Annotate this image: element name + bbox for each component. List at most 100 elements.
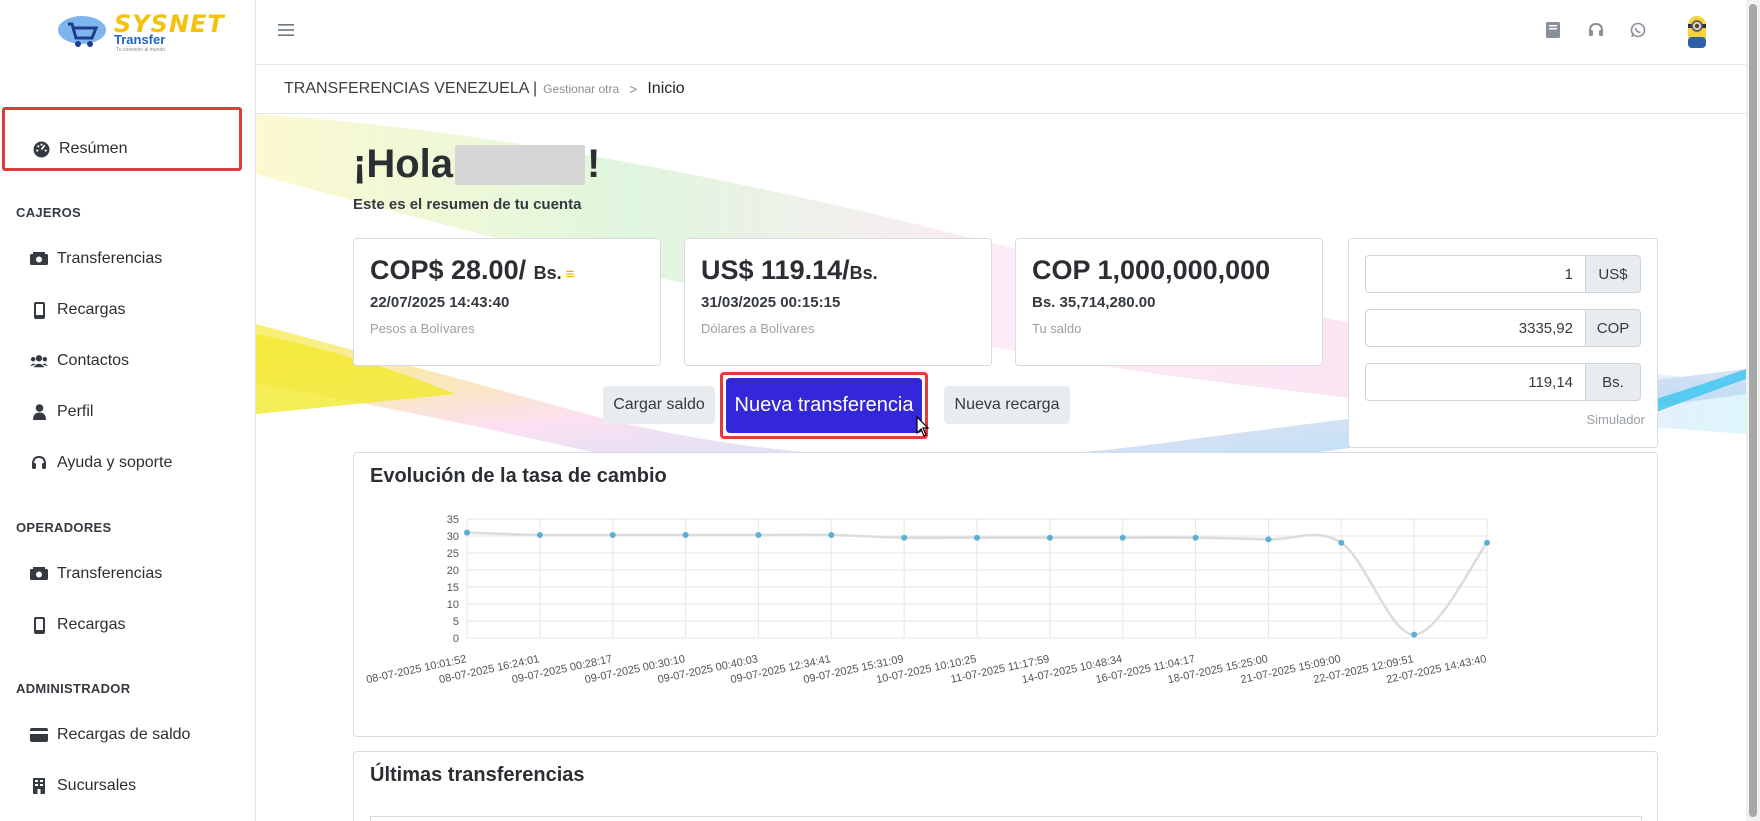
greeting-suffix: ! [587,142,601,186]
brand-tagline: Tu conexión al mundo [116,47,166,53]
simulator-bs-row: 119,14 Bs. [1365,363,1641,401]
exchange-rate-chart: 0510152025303508-07-2025 10:01:5208-07-2… [365,514,1490,686]
sidebar-item-op-transferencias[interactable]: Transferencias [30,565,162,583]
money-icon [30,565,48,583]
y-tick-label: 20 [447,565,459,577]
phone-icon [30,301,48,319]
sidebar-item-resumen[interactable]: Resúmen [32,140,127,158]
sidebar-item-contactos[interactable]: Contactos [30,352,129,370]
rate-date: 31/03/2025 00:15:15 [701,294,841,311]
building-icon [30,777,48,795]
sidebar-item-label: Contactos [57,352,130,369]
phone-icon [30,616,48,634]
sidebar-item-ayuda[interactable]: Ayuda y soporte [30,454,172,472]
section-cajeros: CAJEROS [16,205,81,220]
data-point [1484,539,1490,546]
rate-unit: Bs. [849,263,878,283]
y-tick-label: 30 [447,531,459,543]
simulator-bs-input[interactable]: 119,14 [1365,363,1585,401]
simulator-cop-input[interactable]: 3335,92 [1365,309,1585,347]
manage-other-link[interactable]: Gestionar otra [543,82,619,96]
simulator-cop-row: 3335,92 COP [1365,309,1641,347]
data-point [682,531,689,538]
money-icon [30,250,48,268]
y-tick-label: 0 [453,633,459,645]
y-tick-label: 15 [447,582,459,594]
data-point [609,531,616,538]
list-icon[interactable]: ≡ [566,266,575,283]
exchange-rate-chart-card: Evolución de la tasa de cambio 0 5 10 15 20 2… [353,452,1658,737]
app-root: SYSNET Transfer Tu conexión al mundo Res… [0,0,1760,821]
data-point [901,534,908,541]
scrollbar-thumb[interactable] [1749,4,1757,817]
new-recharge-button[interactable]: Nueva recarga [944,386,1070,424]
new-transfer-button[interactable]: Nueva transferencia [726,378,922,433]
sidebar-item-label: Perfil [57,403,94,420]
simulator-cop-unit: COP [1585,309,1641,347]
sidebar: SYSNET Transfer Tu conexión al mundo Res… [0,0,256,821]
headset-icon[interactable] [1588,22,1604,38]
balance-card: COP 1,000,000,000 Bs. 35,714,280.00 Tu s… [1015,238,1323,366]
y-tick-label: 10 [447,599,459,611]
data-point [536,531,543,538]
rate-value: COP$ 28.00/ Bs. ≡ [370,255,644,286]
topbar-icons [1546,22,1646,38]
sidebar-item-transferencias[interactable]: Transferencias [30,250,162,268]
data-point [1338,539,1345,546]
sidebar-item-label: Recargas [57,301,126,318]
data-point [1046,534,1053,541]
data-point [1119,534,1126,541]
last-transfers-card: Últimas transferencias [353,751,1658,821]
last-transfers-title: Últimas transferencias [370,764,585,786]
breadcrumb-separator: > [629,81,638,97]
sidebar-item-sucursales[interactable]: Sucursales [30,777,136,795]
simulator-usd-input[interactable]: 1 [1365,255,1585,293]
user-icon [30,403,48,421]
y-tick-label: 35 [447,514,459,526]
greeting-subtitle: Este es el resumen de tu cuenta [353,196,582,213]
redacted-username [455,144,585,185]
sidebar-item-perfil[interactable]: Perfil [30,403,93,421]
load-balance-button[interactable]: Cargar saldo [603,386,715,424]
rate-label: Dólares a Bolívares [701,321,815,336]
sidebar-item-op-recargas[interactable]: Recargas [30,616,125,634]
hamburger-menu-icon[interactable] [278,22,294,38]
whatsapp-icon[interactable] [1630,22,1646,38]
simulator-card: 1 US$ 3335,92 COP 119,14 Bs. Simulador [1348,238,1658,448]
data-point [828,531,835,538]
data-point [1411,631,1418,638]
section-administrador: ADMINISTRADOR [16,681,131,696]
greeting-title: ¡Hola ! [353,142,600,187]
rate-amount: COP$ 28.00/ [370,255,527,285]
headset-icon [30,454,48,472]
section-operadores: OPERADORES [16,520,112,535]
simulator-usd-unit: US$ [1585,255,1641,293]
brand-sub: Transfer [114,32,166,47]
simulator-label: Simulador [1586,412,1645,427]
data-point [974,534,980,541]
simulator-usd-row: 1 US$ [1365,255,1641,293]
card-icon [30,726,48,744]
book-icon[interactable] [1546,22,1562,38]
data-point [1265,536,1272,543]
y-tick-label: 25 [447,548,459,560]
data-point [464,529,470,536]
logo[interactable]: SYSNET Transfer Tu conexión al mundo [50,10,224,54]
sidebar-item-recargas[interactable]: Recargas [30,301,125,319]
rate-label: Pesos a Bolívares [370,321,475,336]
active-nav-highlight [2,107,242,171]
data-point [1192,534,1199,541]
rate-card-cop: COP$ 28.00/ Bs. ≡ 22/07/2025 14:43:40 Pes… [353,238,661,366]
users-icon [30,352,48,370]
sidebar-item-label: Sucursales [57,777,137,794]
scrollbar[interactable] [1746,0,1760,821]
balance-bs: Bs. 35,714,280.00 [1032,294,1156,311]
sidebar-item-label: Transferencias [57,250,163,267]
greeting-prefix: ¡Hola [353,142,453,186]
balance-value: COP 1,000,000,000 [1032,255,1271,285]
sidebar-item-recargas-saldo[interactable]: Recargas de saldo [30,726,190,744]
rate-amount: US$ 119.14/ [701,255,850,285]
minion-avatar[interactable] [1686,14,1708,50]
rate-unit: Bs. [533,263,562,283]
data-point [755,531,762,538]
